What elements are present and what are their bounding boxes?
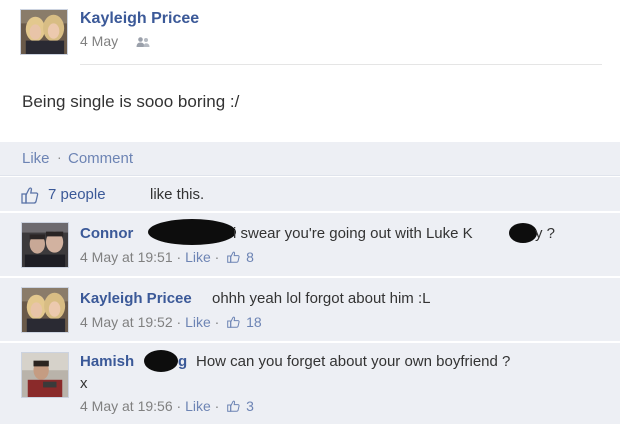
comment-item: Hamish g How can you forget about your o… xyxy=(0,343,620,425)
redaction-mark xyxy=(144,350,178,372)
meta-separator: · xyxy=(214,314,220,330)
comment-timestamp[interactable]: 4 May at 19:52 xyxy=(80,314,173,330)
status-text: Being single is sooo boring :/ xyxy=(22,92,240,111)
post-date[interactable]: 4 May xyxy=(80,33,118,49)
action-separator: · xyxy=(57,149,62,165)
comment-like-thumb-icon xyxy=(227,400,240,412)
commenter-avatar[interactable] xyxy=(21,222,69,268)
meta-separator: · xyxy=(176,398,182,414)
comment-like-thumb-icon xyxy=(227,316,240,328)
facebook-status-post: Kayleigh Pricee 4 May Being single is so… xyxy=(0,0,620,425)
comment-like-link[interactable]: Like xyxy=(185,249,211,265)
comment-item: Kayleigh Pricee ohhh yeah lol forgot abo… xyxy=(0,278,620,342)
redaction-mark xyxy=(509,223,537,243)
comment-author-name[interactable]: Kayleigh Pricee xyxy=(80,290,192,307)
like-link[interactable]: Like xyxy=(22,150,50,167)
header-divider xyxy=(80,64,602,65)
comment-like-count[interactable]: 18 xyxy=(246,314,262,330)
comment-text: i swear you're going out with Luke K xyxy=(233,225,473,242)
commenter-avatar[interactable] xyxy=(21,287,69,333)
comment-like-link[interactable]: Like xyxy=(185,314,211,330)
comment-item: Connor i swear you're going out with Luk… xyxy=(0,213,620,277)
comment-like-thumb-icon xyxy=(227,251,240,263)
like-thumb-icon xyxy=(21,187,39,204)
post-action-bar: Like · Comment xyxy=(0,142,620,176)
comment-meta: 4 May at 19:52 · Like · 18 xyxy=(80,314,262,330)
audience-friends-icon[interactable] xyxy=(136,36,150,48)
comment-timestamp[interactable]: 4 May at 19:56 xyxy=(80,398,173,414)
likes-suffix-text: like this. xyxy=(150,186,205,203)
post-author-name[interactable]: Kayleigh Pricee xyxy=(80,10,199,28)
redaction-mark xyxy=(148,219,236,245)
comment-meta: 4 May at 19:56 · Like · 3 xyxy=(80,398,254,414)
commenter-avatar[interactable] xyxy=(21,352,69,398)
likes-count-link[interactable]: 7 people xyxy=(48,186,106,203)
comment-author-name[interactable]: Connor xyxy=(80,225,133,242)
likes-summary: 7 people like this. xyxy=(0,177,620,212)
meta-separator: · xyxy=(176,314,182,330)
comment-link[interactable]: Comment xyxy=(68,150,133,167)
comment-meta: 4 May at 19:51 · Like · 8 xyxy=(80,249,254,265)
comment-text: ohhh yeah lol forgot about him :L xyxy=(212,290,431,307)
comment-like-count[interactable]: 3 xyxy=(246,398,254,414)
comment-text: How can you forget about your own boyfri… xyxy=(196,353,511,370)
comment-like-link[interactable]: Like xyxy=(185,398,211,414)
meta-separator: · xyxy=(214,249,220,265)
comment-author-name-tail[interactable]: g xyxy=(178,353,187,370)
meta-separator: · xyxy=(176,249,182,265)
comment-text-line2: x xyxy=(80,375,88,392)
comment-like-count[interactable]: 8 xyxy=(246,249,254,265)
comment-timestamp[interactable]: 4 May at 19:51 xyxy=(80,249,173,265)
meta-separator: · xyxy=(214,398,220,414)
comment-text-tail: y ? xyxy=(535,225,556,242)
comment-author-name[interactable]: Hamish xyxy=(80,353,134,370)
author-avatar[interactable] xyxy=(20,9,68,55)
